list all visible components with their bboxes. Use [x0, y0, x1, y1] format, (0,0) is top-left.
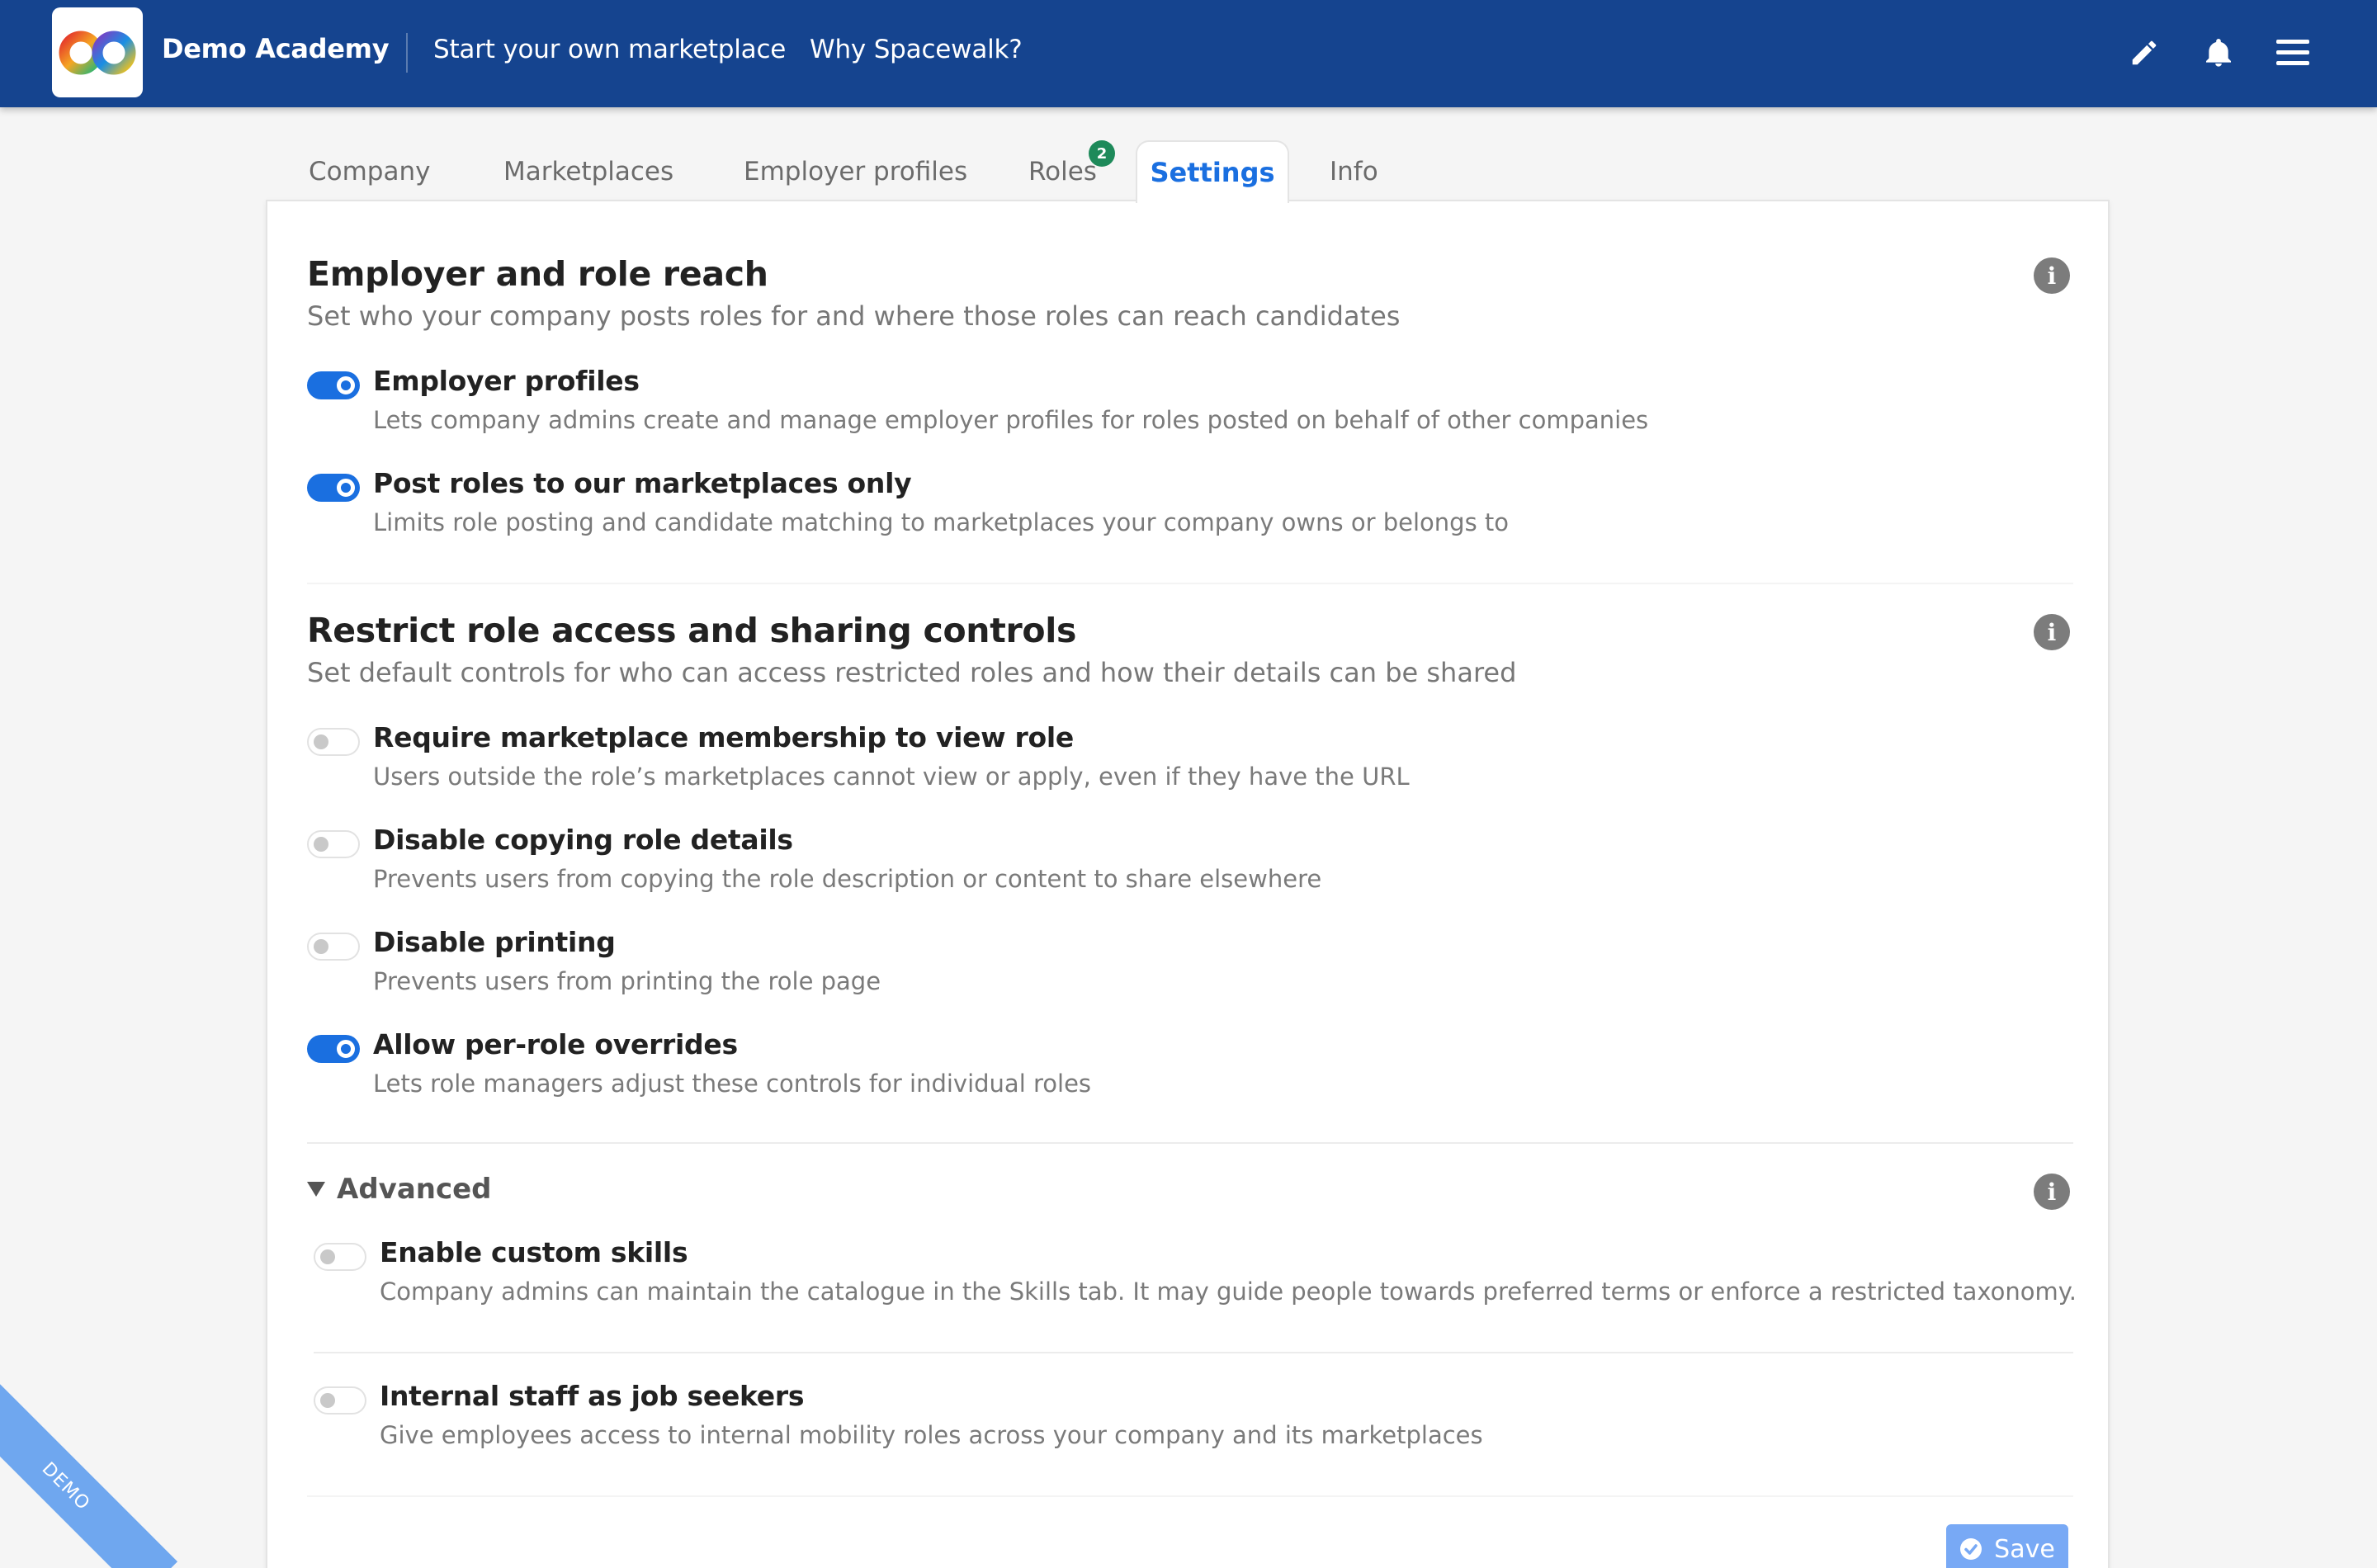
option-label-internal-staff-job-seekers: Internal staff as job seekers — [380, 1380, 805, 1412]
menu-icon[interactable] — [2273, 33, 2313, 73]
section-subtitle-access: Set default controls for who can access … — [307, 657, 1517, 688]
option-desc-require-membership: Users outside the role’s marketplaces ca… — [373, 763, 1410, 791]
save-button[interactable]: Save — [1946, 1524, 2068, 1568]
toggle-post-roles-marketplaces-only[interactable] — [307, 474, 360, 502]
option-desc-per-role-overrides: Lets role managers adjust these controls… — [373, 1070, 1092, 1098]
toggle-employer-profiles[interactable] — [307, 371, 360, 399]
section-divider — [307, 583, 2073, 584]
infinity-logo-icon — [59, 31, 136, 74]
advanced-toggle[interactable]: Advanced — [307, 1173, 492, 1206]
toggle-internal-staff-job-seekers[interactable] — [314, 1386, 366, 1415]
caret-down-icon — [307, 1182, 325, 1197]
pencil-icon[interactable] — [2124, 33, 2164, 73]
option-label-custom-skills: Enable custom skills — [380, 1236, 688, 1268]
nav-link-why-spacewalk[interactable]: Why Spacewalk? — [810, 35, 1023, 64]
tab-employer-profiles[interactable]: Employer profiles — [744, 157, 967, 187]
tab-marketplaces[interactable]: Marketplaces — [503, 157, 673, 187]
section-divider — [307, 1142, 2073, 1144]
toggle-custom-skills[interactable] — [314, 1243, 366, 1271]
section-divider — [307, 1495, 2073, 1497]
toggle-disable-printing[interactable] — [307, 933, 360, 961]
option-label-employer-profiles: Employer profiles — [373, 365, 640, 397]
option-desc-custom-skills: Company admins can maintain the catalogu… — [380, 1278, 2077, 1306]
section-title-access: Restrict role access and sharing control… — [307, 611, 1077, 650]
toggle-require-membership[interactable] — [307, 728, 360, 756]
info-icon[interactable]: i — [2034, 614, 2070, 650]
option-desc-disable-copying: Prevents users from copying the role des… — [373, 865, 1322, 893]
option-label-disable-printing: Disable printing — [373, 926, 616, 958]
option-desc-internal-staff-job-seekers: Give employees access to internal mobili… — [380, 1421, 1483, 1449]
advanced-label: Advanced — [337, 1173, 492, 1206]
demo-ribbon-label: DEMO — [38, 1458, 94, 1514]
check-circle-icon — [1960, 1538, 1982, 1560]
nav-link-start-marketplace[interactable]: Start your own marketplace — [433, 35, 786, 64]
section-subtitle-reach: Set who your company posts roles for and… — [307, 300, 1401, 332]
info-icon[interactable]: i — [2034, 257, 2070, 294]
option-label-post-roles-marketplaces-only: Post roles to our marketplaces only — [373, 467, 912, 499]
settings-panel: Employer and role reach Set who your com… — [266, 200, 2110, 1568]
tab-roles[interactable]: Roles — [1028, 157, 1097, 187]
tab-company[interactable]: Company — [309, 157, 430, 187]
tab-settings[interactable]: Settings — [1136, 140, 1289, 203]
option-desc-disable-printing: Prevents users from printing the role pa… — [373, 967, 881, 995]
section-title-reach: Employer and role reach — [307, 254, 768, 294]
bell-icon[interactable] — [2199, 33, 2238, 73]
option-desc-employer-profiles: Lets company admins create and manage em… — [373, 406, 1649, 434]
info-icon[interactable]: i — [2034, 1174, 2070, 1210]
demo-ribbon: DEMO — [0, 1374, 178, 1568]
option-desc-post-roles-marketplaces-only: Limits role posting and candidate matchi… — [373, 508, 1510, 536]
tab-info[interactable]: Info — [1330, 157, 1378, 187]
toggle-per-role-overrides[interactable] — [307, 1035, 360, 1063]
roles-count-badge: 2 — [1089, 140, 1115, 167]
option-label-per-role-overrides: Allow per-role overrides — [373, 1028, 738, 1060]
brand-name[interactable]: Demo Academy — [162, 33, 390, 64]
option-divider — [314, 1352, 2073, 1353]
nav-divider — [406, 33, 408, 73]
save-label: Save — [1994, 1534, 2055, 1564]
option-label-disable-copying: Disable copying role details — [373, 824, 793, 856]
toggle-disable-copying[interactable] — [307, 830, 360, 858]
logo[interactable] — [52, 7, 143, 97]
option-label-require-membership: Require marketplace membership to view r… — [373, 721, 1074, 753]
top-navbar: Demo Academy Start your own marketplace … — [0, 0, 2377, 107]
